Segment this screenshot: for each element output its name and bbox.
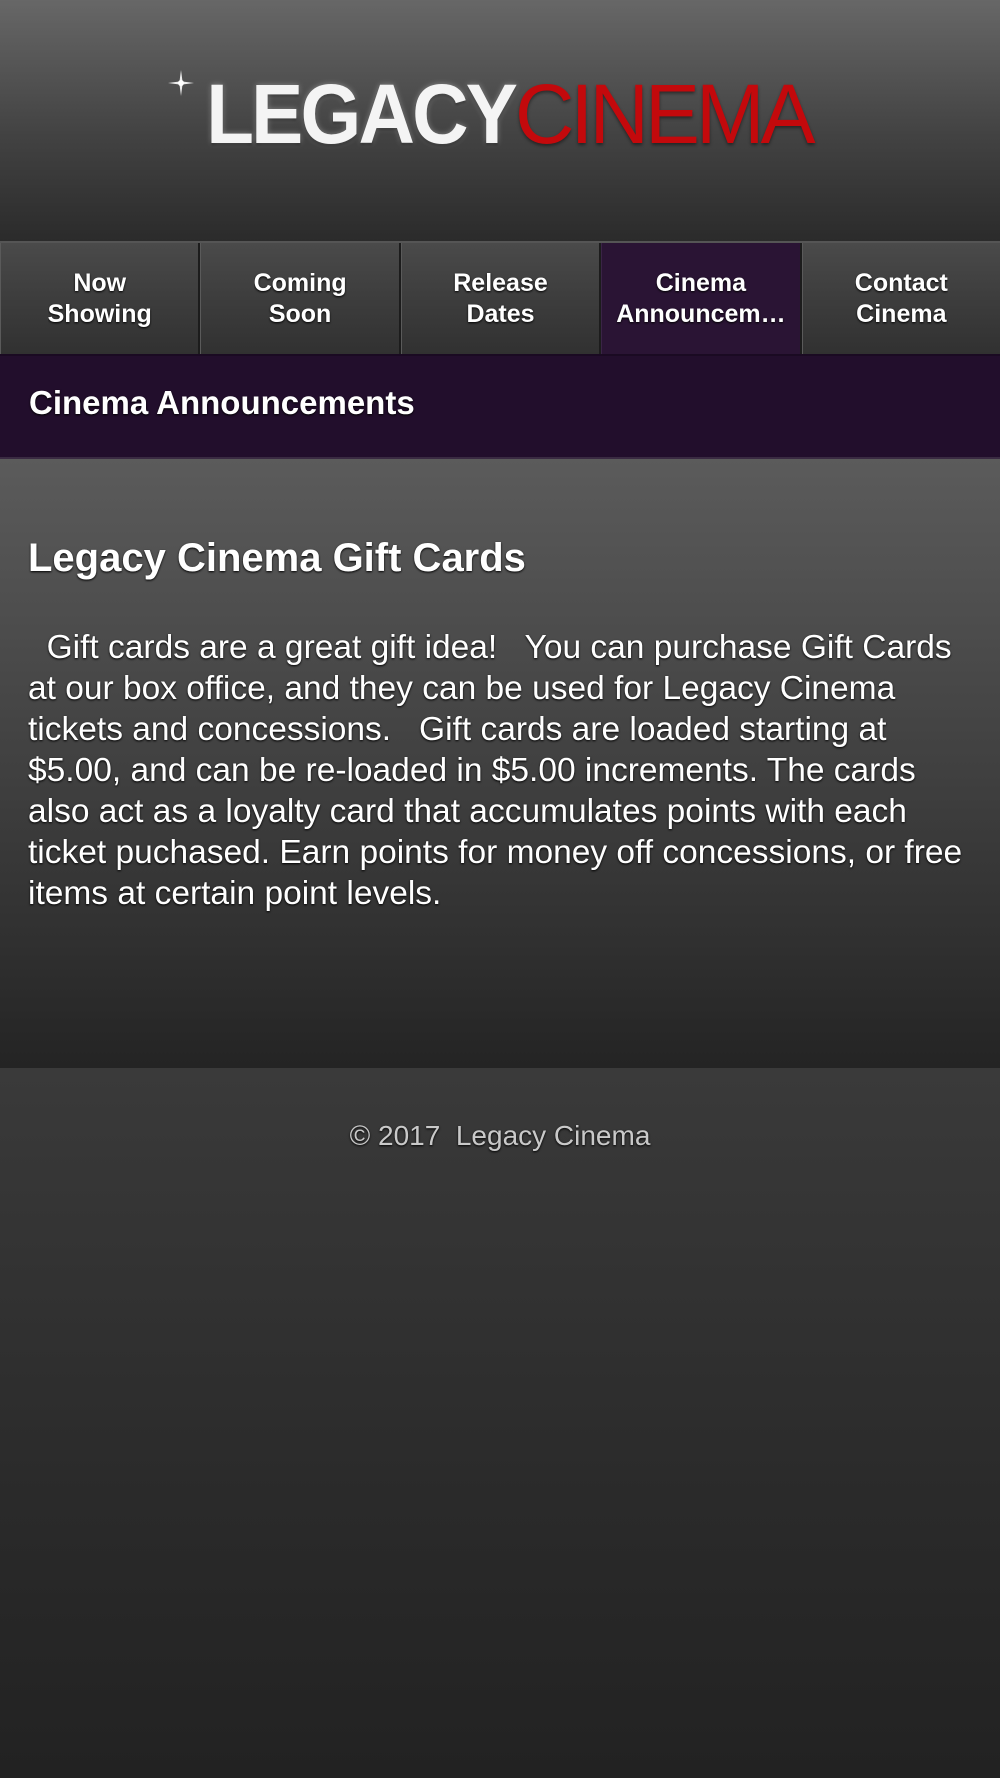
nav-item-cinema-announcements[interactable]: Cinema Announcem…	[601, 243, 802, 354]
footer-copyright: © 2017 Legacy Cinema	[349, 1120, 651, 1151]
logo-text-legacy: LEGACY	[205, 67, 518, 161]
nav-item-release-dates[interactable]: Release Dates	[400, 243, 602, 354]
nav-item-label: Now Showing	[47, 268, 152, 328]
article-body: Gift cards are a great gift idea! You ca…	[28, 629, 972, 912]
site-header: LEGACYCINEMA	[0, 0, 1000, 241]
article-title: Legacy Cinema Gift Cards	[28, 536, 526, 580]
nav-item-coming-soon[interactable]: Coming Soon	[200, 243, 401, 354]
page-title: Cinema Announcements	[29, 384, 415, 421]
logo-text-cinema: CINEMA	[514, 67, 816, 161]
nav-item-label: Coming Soon	[253, 268, 347, 328]
main-content: Legacy Cinema Gift Cards Gift cards are …	[0, 459, 1000, 1068]
site-logo[interactable]: LEGACYCINEMA	[0, 72, 1000, 156]
nav-item-label: Cinema Announcem…	[616, 268, 786, 328]
nav-item-label: Contact Cinema	[854, 268, 948, 328]
main-nav: Now Showing Coming Soon Release Dates Ci…	[0, 241, 1000, 356]
nav-item-contact-cinema[interactable]: Contact Cinema	[801, 243, 1000, 354]
nav-item-label: Release Dates	[453, 268, 548, 328]
section-header: Cinema Announcements	[0, 354, 1000, 459]
nav-item-now-showing[interactable]: Now Showing	[0, 243, 201, 354]
